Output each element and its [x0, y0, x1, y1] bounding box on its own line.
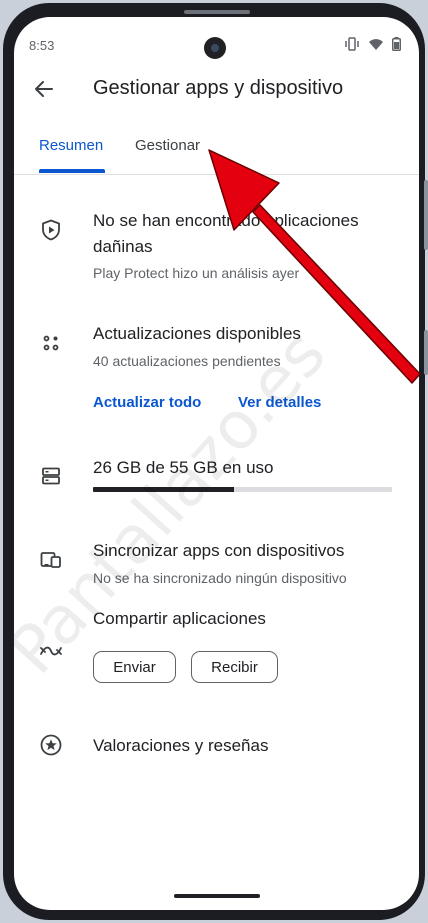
phone-frame: 8:53 Gestionar apps y dispositivo Resume… [0, 0, 428, 923]
speaker-slot [184, 10, 250, 14]
status-bar: 8:53 [14, 17, 419, 59]
watermark-text: Pantallazo.es [14, 315, 341, 689]
star-circle-icon [39, 733, 63, 757]
shield-play-icon [39, 218, 63, 242]
receive-button-label: Recibir [211, 658, 258, 676]
sync-subtitle: No se ha sincronizado ningún dispositivo [93, 570, 347, 586]
send-button[interactable]: Enviar [93, 651, 176, 683]
devices-icon [39, 548, 63, 572]
back-button[interactable] [30, 77, 58, 105]
receive-button[interactable]: Recibir [191, 651, 278, 683]
tab-gestionar[interactable]: Gestionar [135, 137, 200, 154]
play-protect-title: No se han encontrado aplicaciones dañina… [93, 211, 359, 256]
updates-subtitle: 40 actualizaciones pendientes [93, 353, 281, 369]
view-details-link[interactable]: Ver detalles [238, 394, 321, 411]
app-bar: Gestionar apps y dispositivo [14, 69, 419, 109]
front-camera [204, 37, 226, 59]
home-indicator[interactable] [174, 894, 260, 898]
share-title: Compartir aplicaciones [93, 609, 266, 628]
active-tab-indicator [39, 169, 105, 173]
play-protect-subtitle: Play Protect hizo un análisis ayer [93, 265, 300, 281]
updates-title: Actualizaciones disponibles [93, 324, 301, 343]
power-button [424, 330, 428, 375]
sync-title: Sincronizar apps con dispositivos [93, 541, 345, 560]
volume-button [424, 180, 428, 250]
status-icons [344, 37, 401, 51]
storage-title: 26 GB de 55 GB en uso [93, 458, 274, 477]
wifi-icon [368, 38, 384, 51]
status-time: 8:53 [29, 38, 55, 53]
storage-icon [39, 464, 63, 488]
send-button-label: Enviar [113, 658, 156, 676]
vibrate-icon [344, 37, 360, 51]
apps-dots-icon [39, 331, 63, 355]
screen: 8:53 Gestionar apps y dispositivo Resume… [14, 17, 419, 910]
tab-bar: Resumen Gestionar [14, 129, 419, 175]
share-swap-icon [39, 639, 63, 663]
update-all-link[interactable]: Actualizar todo [93, 394, 201, 411]
battery-icon [392, 37, 401, 51]
storage-usage-bar [93, 487, 392, 492]
back-arrow-icon [34, 79, 54, 104]
tab-resumen[interactable]: Resumen [39, 137, 103, 154]
ratings-title: Valoraciones y reseñas [93, 736, 269, 755]
storage-usage-fill [93, 487, 234, 492]
page-title: Gestionar apps y dispositivo [93, 77, 344, 99]
phone-body: 8:53 Gestionar apps y dispositivo Resume… [3, 3, 425, 920]
